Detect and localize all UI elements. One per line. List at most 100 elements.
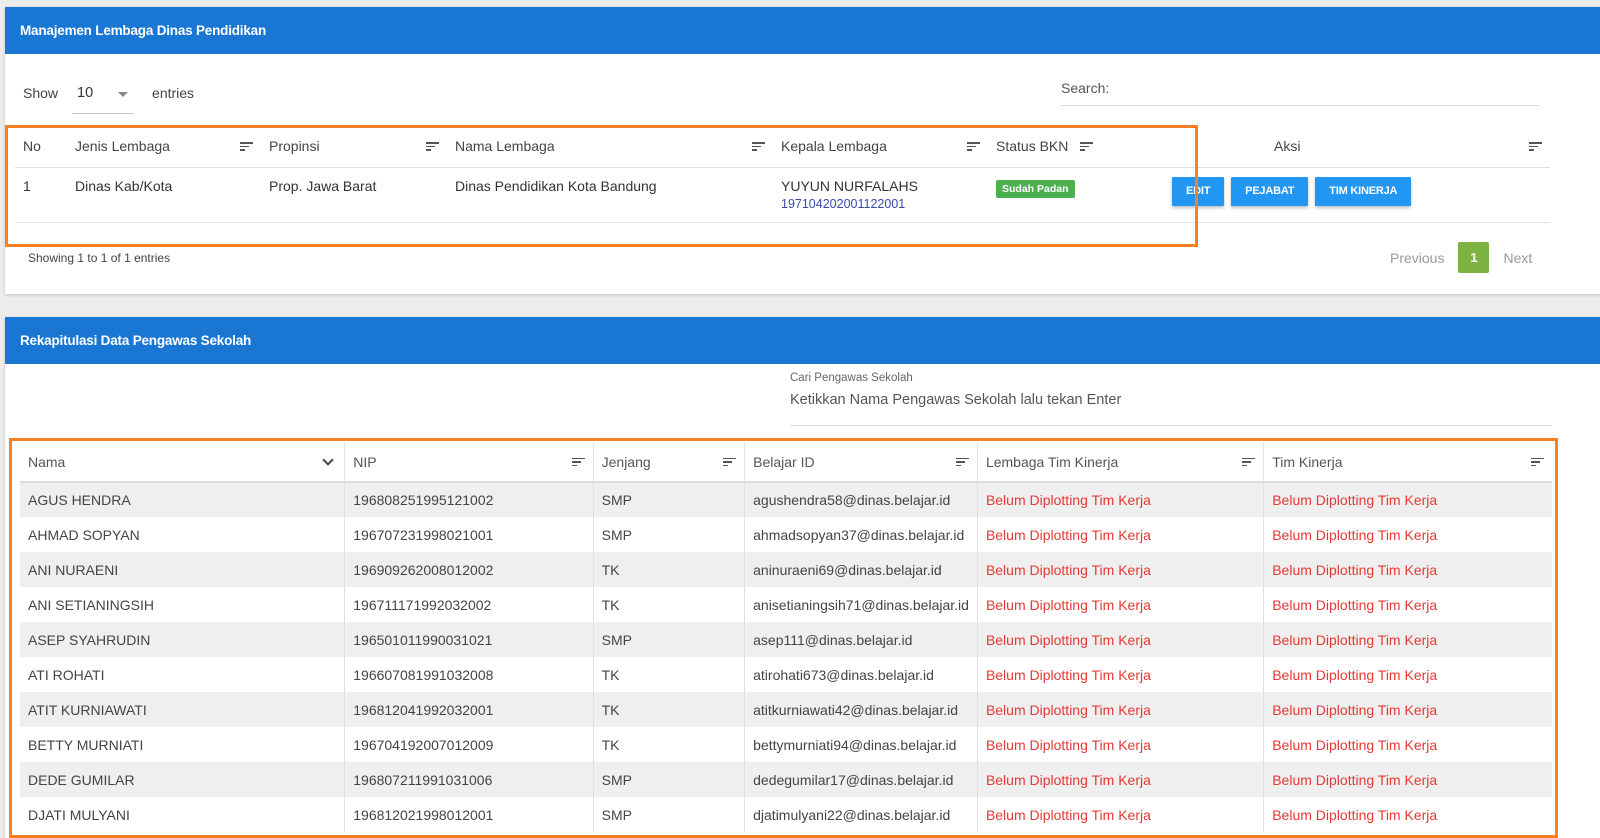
cell-belajar-id: agushendra58@dinas.belajar.id — [744, 482, 978, 517]
cell-nip: 196807211991031006 — [344, 762, 594, 797]
cell-nama: ANI SETIANINGSIH — [20, 587, 346, 622]
next-button[interactable]: Next — [1503, 250, 1532, 266]
pejabat-button[interactable]: PEJABAT — [1231, 176, 1309, 206]
cell-nip: 196501011990031021 — [344, 622, 594, 657]
cell-nip: 196704192007012009 — [344, 727, 594, 762]
cell-belajar-id: anisetianingsih71@dinas.belajar.id — [744, 587, 978, 622]
col-header-lembaga-tim[interactable]: Lembaga Tim Kinerja — [977, 442, 1265, 483]
cell-nama: ANI NURAENI — [20, 552, 346, 587]
col-header-nip[interactable]: NIP — [344, 442, 594, 483]
cell-lembaga-tim: Belum Diplotting Tim Kerja — [977, 622, 1265, 657]
cell-jenjang: SMP — [593, 622, 746, 657]
table-row[interactable]: AHMAD SOPYAN 196707231998021001 SMP ahmadso… — [20, 517, 1552, 552]
pagination: Previous 1 Next — [1390, 242, 1532, 273]
cell-jenjang: SMP — [593, 482, 746, 517]
cell-belajar-id: ahmadsopyan37@dinas.belajar.id — [744, 517, 978, 552]
col-header-jenjang[interactable]: Jenjang — [593, 442, 746, 483]
table-row[interactable]: AGUS HENDRA 196808251995121002 SMP agushend… — [20, 482, 1552, 517]
search-input[interactable]: Search: — [1060, 70, 1540, 106]
cell-tim-kinerja: Belum Diplotting Tim Kerja — [1272, 736, 1438, 753]
cell-belajar-id: asep111@dinas.belajar.id — [744, 622, 978, 657]
table-row[interactable]: ANI NURAENI 196909262008012002 TK aninuraen… — [20, 552, 1552, 587]
cell-aksi: EDIT PEJABAT TIM KINERJA — [1141, 167, 1550, 223]
cari-pengawas-input[interactable]: Cari Pengawas Sekolah Ketikkan Nama Peng… — [790, 372, 1552, 426]
sort-icon — [426, 141, 439, 151]
cell-nip: 196808251995121002 — [344, 482, 594, 517]
cell-nama: AGUS HENDRA — [20, 482, 346, 517]
col-header-jenis[interactable]: Jenis Lembaga — [67, 126, 261, 168]
table-row[interactable]: BETTY MURNIATI 196704192007012009 TK bettym… — [20, 727, 1552, 762]
kepala-name: YUYUN NURFALAHS — [781, 177, 918, 194]
sort-icon — [1080, 141, 1093, 151]
entries-control: Show 10 entries — [23, 72, 194, 114]
cell-nama: DJATI MULYANI — [20, 797, 346, 832]
cell-lembaga-tim: Belum Diplotting Tim Kerja — [977, 587, 1265, 622]
cell-lembaga-tim: Belum Diplotting Tim Kerja — [977, 762, 1265, 797]
entries-select-value: 10 — [77, 84, 94, 101]
cell-lembaga-tim: Belum Diplotting Tim Kerja — [977, 517, 1265, 552]
edit-button[interactable]: EDIT — [1172, 176, 1225, 206]
sort-icon — [723, 457, 737, 467]
cell-jenjang: SMP — [593, 762, 746, 797]
cell-jenjang: TK — [593, 587, 746, 622]
cell-tim-kinerja: Belum Diplotting Tim Kerja — [1272, 666, 1438, 683]
sort-icon — [1531, 457, 1544, 467]
cell-nip: 196707231998021001 — [344, 517, 594, 552]
col-header-no[interactable]: No — [15, 126, 67, 168]
cell-lembaga-tim: Belum Diplotting Tim Kerja — [977, 657, 1265, 692]
cell-nip: 196812041992032001 — [344, 692, 594, 727]
cell-jenjang: TK — [593, 692, 746, 727]
table-row[interactable]: ANI SETIANINGSIH 196711171992032002 TK anis… — [20, 587, 1552, 622]
cell-tim-kinerja: Belum Diplotting Tim Kerja — [1272, 526, 1438, 543]
col-header-aksi[interactable]: Aksi — [1141, 126, 1550, 168]
cell-jenjang: SMP — [593, 797, 746, 832]
table-row[interactable]: ASEP SYAHRUDIN 196501011990031021 SMP asep1… — [20, 622, 1552, 657]
cari-placeholder: Ketikkan Nama Pengawas Sekolah lalu teka… — [790, 392, 1122, 408]
cell-lembaga-tim: Belum Diplotting Tim Kerja — [977, 692, 1265, 727]
table-row[interactable]: DJATI MULYANI 196812021998012001 SMP djatim… — [20, 797, 1552, 832]
cell-tim-kinerja: Belum Diplotting Tim Kerja — [1272, 806, 1438, 823]
table-row[interactable]: ATI ROHATI 196607081991032008 TK atirohati6… — [20, 657, 1552, 692]
table-row[interactable]: ATIT KURNIAWATI 196812041992032001 TK atitk… — [20, 692, 1552, 727]
col-header-tim-kinerja[interactable]: Tim Kinerja — [1263, 442, 1552, 483]
cell-nama: BETTY MURNIATI — [20, 727, 346, 762]
entries-select[interactable]: 10 — [72, 72, 135, 114]
chevron-down-icon — [322, 453, 334, 466]
lembaga-table: No Jenis Lembaga Propinsi Nama Lembaga K… — [15, 126, 1550, 223]
status-badge: Sudah Padan — [996, 179, 1075, 198]
col-header-belajar-id[interactable]: Belajar ID — [744, 442, 978, 483]
col-header-kepala[interactable]: Kepala Lembaga — [773, 126, 988, 168]
sort-icon — [955, 457, 969, 467]
pengawas-table: Nama NIP Jenjang Belajar ID Lembaga Tim … — [20, 442, 1552, 832]
table-row[interactable]: DEDE GUMILAR 196807211991031006 SMP dedegum… — [20, 762, 1552, 797]
sort-icon — [240, 141, 253, 151]
entries-label: entries — [152, 85, 195, 101]
cell-nama: AHMAD SOPYAN — [20, 517, 346, 552]
col-header-nama[interactable]: Nama Lembaga — [447, 126, 773, 168]
prev-button[interactable]: Previous — [1390, 250, 1444, 266]
cell-jenjang: SMP — [593, 517, 746, 552]
col-header-propinsi[interactable]: Propinsi — [261, 126, 447, 168]
cell-tim-kinerja: Belum Diplotting Tim Kerja — [1272, 492, 1438, 508]
cell-nama: ASEP SYAHRUDIN — [20, 622, 346, 657]
col-header-status[interactable]: Status BKN — [988, 126, 1141, 168]
cell-nip: 196909262008012002 — [344, 552, 594, 587]
col-header-nama[interactable]: Nama — [20, 442, 346, 483]
cell-lembaga-tim: Belum Diplotting Tim Kerja — [977, 482, 1265, 517]
cell-kepala: YUYUN NURFALAHS 197104202001122001 — [773, 167, 988, 223]
cell-nip: 196607081991032008 — [344, 657, 594, 692]
cell-tim-kinerja: Belum Diplotting Tim Kerja — [1272, 596, 1438, 613]
cell-jenjang: TK — [593, 657, 746, 692]
lembaga-card-title: Manajemen Lembaga Dinas Pendidikan — [5, 7, 1600, 54]
tim-kinerja-button[interactable]: TIM KINERJA — [1315, 176, 1412, 206]
cell-belajar-id: aninuraeni69@dinas.belajar.id — [744, 552, 978, 587]
cell-status: Sudah Padan — [988, 167, 1141, 223]
page-1-button[interactable]: 1 — [1458, 242, 1490, 273]
cell-lembaga-tim: Belum Diplotting Tim Kerja — [977, 797, 1265, 832]
kepala-nip-link[interactable]: 197104202001122001 — [781, 197, 980, 211]
cell-lembaga-tim: Belum Diplotting Tim Kerja — [977, 727, 1265, 762]
cell-belajar-id: atirohati673@dinas.belajar.id — [744, 657, 978, 692]
cell-jenjang: TK — [593, 727, 746, 762]
cell-belajar-id: dedegumilar17@dinas.belajar.id — [744, 762, 978, 797]
cell-belajar-id: djatimulyani22@dinas.belajar.id — [744, 797, 978, 832]
